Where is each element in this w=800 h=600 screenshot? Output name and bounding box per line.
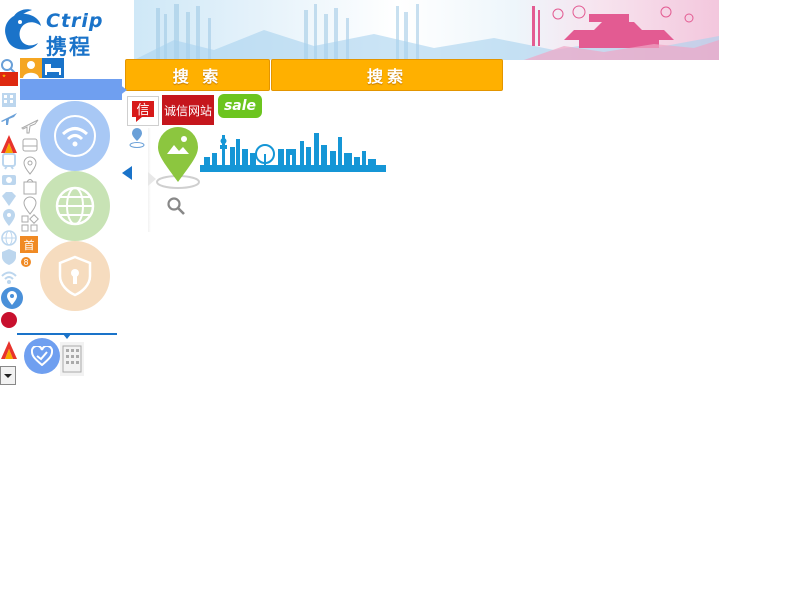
bus-outline-icon[interactable] (20, 136, 40, 156)
pin-outline-icon[interactable] (20, 156, 40, 176)
wifi-icon-large (54, 115, 96, 157)
search-icon-small[interactable] (166, 196, 186, 216)
plane-icon[interactable] (0, 110, 18, 128)
bag-outline-icon[interactable] (20, 176, 40, 196)
brand-cn: 携程 (46, 35, 92, 59)
search-button-primary[interactable]: 搜 索 (125, 59, 270, 91)
brand-en: Ctrip (46, 10, 104, 32)
dropdown-select[interactable] (0, 366, 16, 385)
ctrip-logo[interactable]: Ctrip 携程 (0, 4, 122, 59)
landmark-banner-image (134, 4, 719, 60)
search-button-secondary[interactable]: 搜索 (271, 59, 503, 91)
heart-icon (31, 346, 53, 366)
hotel-icon[interactable] (0, 90, 18, 108)
shield-circle-button[interactable] (40, 241, 110, 311)
map-photo-pin-icon[interactable] (155, 126, 201, 190)
red-dot-icon[interactable] (0, 311, 18, 329)
favorite-button[interactable] (24, 338, 60, 374)
tour-icon[interactable] (0, 134, 18, 154)
globe-circle-button[interactable] (40, 171, 110, 241)
wifi-icon[interactable] (0, 268, 18, 286)
shield-icon[interactable] (0, 248, 18, 266)
xin-icon: 信 (132, 101, 154, 122)
profile-icon[interactable] (20, 58, 42, 78)
bar-arrow-icon (119, 84, 127, 96)
plane-outline-icon[interactable] (20, 116, 40, 136)
diamond-icon[interactable] (0, 190, 18, 208)
map-pin-icon[interactable] (0, 286, 24, 310)
divider-arrow-icon (63, 334, 71, 339)
globe-icon[interactable] (0, 229, 18, 247)
hot-badge: 8 (21, 257, 31, 267)
city-skyline-icon (200, 133, 386, 172)
chengxin-badge[interactable]: 诚信网站 (162, 95, 214, 125)
grid-outline-icon[interactable] (20, 214, 40, 234)
globe-icon-large (55, 186, 95, 226)
dolphin-icon (5, 9, 41, 50)
china-flag-icon[interactable] (0, 72, 18, 86)
wifi-circle-button[interactable] (40, 101, 110, 171)
dropdown-arrow-icon (4, 374, 12, 378)
building-icon[interactable] (60, 342, 84, 376)
home-badge[interactable]: 首 (20, 236, 38, 253)
location-icon[interactable] (0, 209, 18, 227)
tour-icon-small[interactable] (0, 340, 18, 360)
small-location-icon[interactable] (128, 127, 146, 149)
collapse-arrow-icon[interactable] (122, 166, 132, 180)
xin-text: 信 (136, 103, 149, 118)
bed-icon[interactable] (42, 58, 64, 78)
header-banner (134, 0, 719, 60)
car-icon[interactable] (0, 171, 18, 189)
sale-badge[interactable]: sale (218, 94, 262, 118)
xin-badge[interactable]: 信 (127, 96, 159, 126)
blue-highlight-bar (20, 79, 122, 100)
shield-lock-icon-large (58, 255, 92, 297)
train-icon[interactable] (0, 152, 18, 170)
pin-outline-icon-2[interactable] (20, 196, 40, 216)
